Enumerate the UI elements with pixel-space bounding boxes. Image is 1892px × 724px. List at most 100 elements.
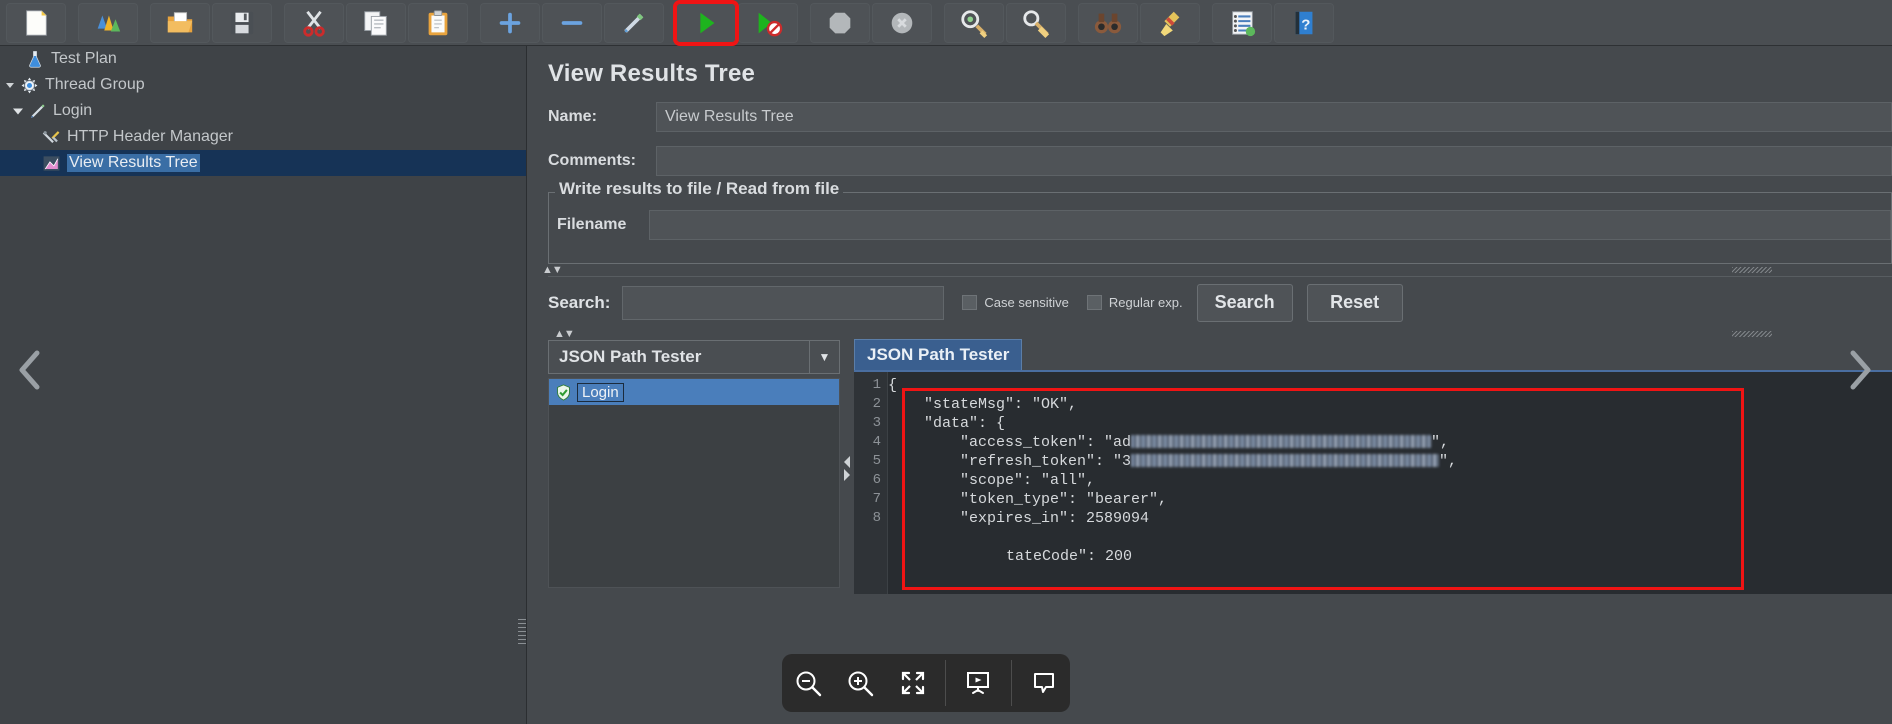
json-response-viewer[interactable]: 1 2 3 4 5 6 7 8 { "stateMsg": "OK", "dat… [854, 372, 1892, 594]
reset-search-button[interactable] [1140, 2, 1200, 43]
fullscreen-icon [901, 671, 924, 695]
present-icon [967, 672, 990, 694]
scissors-icon [303, 10, 325, 37]
splitter-top[interactable]: ▲▼ [536, 264, 1892, 276]
save-disk-icon [230, 11, 254, 34]
success-shield-icon [553, 382, 573, 402]
broom-icon [1160, 11, 1180, 36]
splitter-arrows-icon[interactable]: ▲▼ [536, 264, 563, 276]
copy-icon [364, 10, 387, 36]
regular-exp-checkbox-wrap[interactable]: Regular exp. [1086, 295, 1183, 310]
shutdown-button[interactable] [872, 2, 932, 43]
help-button[interactable]: ? [1274, 2, 1334, 43]
splitter-grip[interactable] [1732, 267, 1772, 273]
line-number: 4 [872, 434, 881, 450]
search-input[interactable] [622, 285, 945, 320]
twisty-down-icon[interactable] [10, 105, 26, 117]
filename-input[interactable] [649, 210, 1891, 240]
case-sensitive-checkbox-wrap[interactable]: Case sensitive [962, 295, 1069, 310]
tree-item-label: View Results Tree [67, 154, 200, 172]
case-sensitive-checkbox[interactable] [962, 295, 978, 310]
header-manager-icon [40, 127, 62, 147]
json-code-text[interactable]: { "stateMsg": "OK", "data": { "access_to… [888, 372, 1892, 594]
results-splitter[interactable] [840, 340, 854, 596]
paste-button[interactable] [408, 2, 468, 43]
next-slide-button[interactable] [1836, 340, 1884, 400]
splitter-bottom[interactable]: ▲▼ [548, 328, 1892, 340]
minus-icon [561, 20, 583, 25]
code-line: "scope": "all", [888, 472, 1096, 489]
collapse-all-button[interactable] [542, 2, 602, 43]
comments-input[interactable] [656, 146, 1892, 176]
cut-button[interactable] [284, 2, 344, 43]
function-helper-button[interactable] [1212, 2, 1272, 43]
splitter-arrows-icon [844, 456, 850, 481]
clear-all-broom-icon [1023, 9, 1050, 38]
tree-item-login[interactable]: Login [0, 98, 526, 124]
comment-button[interactable] [1024, 663, 1064, 703]
search-reset-button[interactable]: Reset [1306, 283, 1403, 322]
expand-all-button[interactable] [480, 2, 540, 43]
open-folder-icon [167, 11, 193, 32]
code-line: "stateMsg": "OK", [888, 396, 1078, 413]
code-line-refresh-token: "refresh_token": "3xxxxxxxxxxxxxxxxxxxxx… [888, 452, 1892, 471]
tree-item-http-header-manager[interactable]: HTTP Header Manager [0, 124, 526, 150]
write-results-groupbox: Write results to file / Read from file F… [548, 179, 1892, 264]
line-number: 3 [872, 415, 881, 431]
save-button[interactable] [212, 2, 272, 43]
tree-item-thread-group[interactable]: Thread Group [0, 72, 526, 98]
copy-button[interactable] [346, 2, 406, 43]
tab-json-path-tester[interactable]: JSON Path Tester [854, 339, 1023, 370]
sampler-list[interactable]: Login [548, 378, 840, 588]
plus-icon [499, 12, 521, 33]
code-prefix: "access_token": "ad [888, 434, 1132, 451]
zoom-out-icon [796, 671, 822, 697]
test-plan-tree[interactable]: Test Plan Thread Group Login HTTP Header… [0, 46, 527, 724]
clear-broom-icon [961, 9, 988, 38]
clear-all-button[interactable] [1006, 2, 1066, 43]
open-button[interactable] [150, 2, 210, 43]
line-number: 8 [872, 510, 881, 526]
twisty-down-icon[interactable] [2, 80, 18, 90]
new-test-plan-button[interactable] [6, 2, 66, 43]
templates-button[interactable] [78, 2, 138, 43]
filename-row: Filename [549, 192, 1891, 240]
splitter-grip[interactable] [1732, 331, 1772, 337]
groupbox-border-right [729, 192, 1891, 193]
binoculars-icon [1094, 13, 1122, 33]
search-label: Search: [548, 292, 611, 312]
tree-item-test-plan[interactable]: Test Plan [0, 46, 526, 72]
splitter-arrows-icon[interactable]: ▲▼ [548, 328, 575, 340]
templates-icon [97, 15, 121, 31]
start-button[interactable] [673, 0, 739, 46]
renderer-combo[interactable]: JSON Path Tester ▼ [548, 340, 840, 374]
play-no-pauses-icon [758, 12, 783, 36]
regular-exp-checkbox[interactable] [1086, 295, 1102, 310]
zoom-out-button[interactable] [788, 663, 828, 703]
clear-button[interactable] [944, 2, 1004, 43]
tree-resize-grip[interactable] [518, 618, 526, 644]
prev-slide-button[interactable] [6, 340, 54, 400]
tree-item-view-results-tree[interactable]: View Results Tree [0, 150, 526, 176]
stop-button[interactable] [810, 2, 870, 43]
list-item[interactable]: Login [549, 379, 839, 405]
zoom-in-button[interactable] [840, 663, 880, 703]
fullscreen-button[interactable] [893, 663, 933, 703]
code-prefix: "refresh_token": "3 [888, 453, 1132, 470]
clipboard-icon [428, 9, 448, 35]
code-line-statecode: tateCode": 200 [1006, 548, 1133, 565]
tree-item-label: Login [53, 102, 93, 119]
code-line: { [888, 377, 898, 394]
tree-item-label: HTTP Header Manager [67, 128, 233, 145]
chevron-down-icon[interactable]: ▼ [809, 341, 839, 373]
jmeter-window: ? Test Plan Thread Group Login HTTP Head… [0, 0, 1892, 724]
present-button[interactable] [958, 663, 998, 703]
start-no-pauses-button[interactable] [738, 2, 798, 43]
toggle-button[interactable] [604, 2, 664, 43]
search-button-toolbar[interactable] [1078, 2, 1138, 43]
name-input[interactable]: View Results Tree [656, 102, 1892, 132]
new-document-icon [26, 9, 47, 36]
line-number-gutter: 1 2 3 4 5 6 7 8 [854, 372, 888, 594]
chevron-left-icon [19, 350, 40, 390]
search-submit-button[interactable]: Search [1196, 283, 1293, 322]
